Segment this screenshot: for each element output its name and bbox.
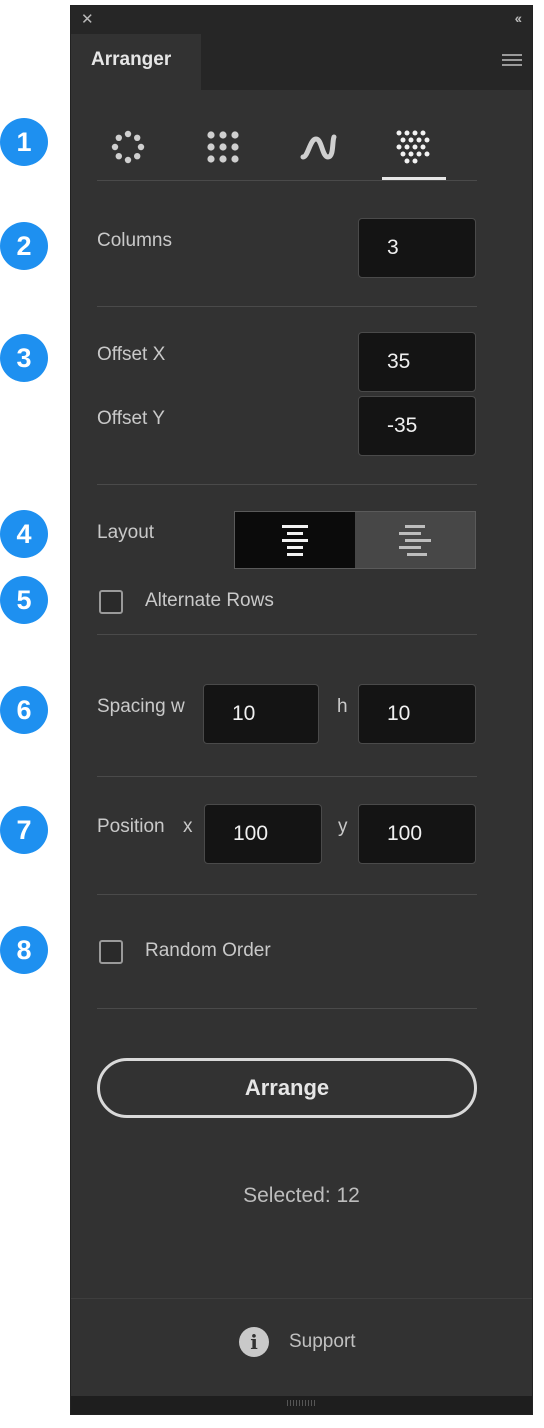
support-link[interactable]: i Support bbox=[239, 1326, 356, 1358]
callout-badge-4: 4 bbox=[0, 510, 48, 558]
divider bbox=[71, 1298, 532, 1299]
arrange-button[interactable]: Arrange bbox=[97, 1058, 477, 1118]
offset-grid-arrange-tab[interactable] bbox=[382, 116, 444, 178]
divider bbox=[97, 894, 477, 895]
selected-count: Selected: 12 bbox=[243, 1184, 360, 1207]
columns-input[interactable]: 3 bbox=[358, 218, 476, 278]
wave-arrange-tab[interactable] bbox=[287, 116, 349, 178]
offset-y-label: Offset Y bbox=[97, 408, 165, 429]
panel-tab-arranger[interactable]: Arranger bbox=[71, 34, 201, 90]
info-icon: i bbox=[239, 1327, 269, 1357]
position-x-label: x bbox=[183, 816, 193, 837]
alternate-rows-checkbox[interactable] bbox=[99, 590, 123, 614]
resize-grip-icon[interactable] bbox=[286, 1400, 317, 1406]
callout-badge-2: 2 bbox=[0, 222, 48, 270]
arranger-panel: ✕ ‹‹ Arranger Columns 3 Offset X 35 Offs… bbox=[70, 5, 533, 1415]
divider bbox=[97, 776, 477, 777]
alternate-rows-label: Alternate Rows bbox=[145, 590, 274, 611]
wave-arrange-icon bbox=[300, 134, 337, 160]
divider bbox=[97, 306, 477, 307]
layout-label: Layout bbox=[97, 522, 155, 543]
position-label: Position bbox=[97, 816, 165, 837]
position-x-input[interactable]: 100 bbox=[204, 804, 322, 864]
callout-badge-6: 6 bbox=[0, 686, 48, 734]
callout-badge-5: 5 bbox=[0, 576, 48, 624]
panel-bottom-bar bbox=[71, 1396, 532, 1414]
random-order-label: Random Order bbox=[145, 940, 271, 961]
layout-toggle bbox=[234, 511, 476, 569]
spacing-w-input[interactable]: 10 bbox=[203, 684, 319, 744]
collapse-icon[interactable]: ‹‹ bbox=[515, 10, 522, 26]
callout-badge-7: 7 bbox=[0, 806, 48, 854]
close-icon[interactable]: ✕ bbox=[81, 10, 94, 28]
divider bbox=[97, 180, 477, 181]
panel-tab-strip: Arranger bbox=[71, 34, 532, 90]
panel-menu-icon[interactable] bbox=[502, 54, 522, 68]
grid-arrange-tab[interactable] bbox=[192, 116, 254, 178]
callout-badge-3: 3 bbox=[0, 334, 48, 382]
position-y-input[interactable]: 100 bbox=[358, 804, 476, 864]
divider bbox=[97, 484, 477, 485]
offset-x-label: Offset X bbox=[97, 344, 166, 365]
random-order-checkbox[interactable] bbox=[99, 940, 123, 964]
align-center-icon bbox=[282, 525, 308, 556]
divider bbox=[97, 1008, 477, 1009]
spacing-h-label: h bbox=[337, 696, 348, 717]
callout-badge-1: 1 bbox=[0, 118, 48, 166]
position-y-label: y bbox=[338, 816, 348, 837]
columns-label: Columns bbox=[97, 230, 172, 251]
spacing-w-label: Spacing w bbox=[97, 696, 185, 717]
layout-option-center[interactable] bbox=[235, 512, 355, 568]
support-label: Support bbox=[289, 1331, 356, 1352]
offset-grid-arrange-icon bbox=[396, 130, 430, 164]
circle-arrange-icon bbox=[111, 130, 145, 164]
layout-option-stagger[interactable] bbox=[355, 512, 475, 568]
divider bbox=[97, 634, 477, 635]
spacing-h-input[interactable]: 10 bbox=[358, 684, 476, 744]
align-stagger-icon bbox=[399, 525, 431, 556]
callout-badge-8: 8 bbox=[0, 926, 48, 974]
circle-arrange-tab[interactable] bbox=[97, 116, 159, 178]
panel-title-bar: ✕ ‹‹ bbox=[71, 6, 532, 34]
offset-y-input[interactable]: -35 bbox=[358, 396, 476, 456]
arrange-mode-tabs bbox=[97, 116, 477, 180]
offset-x-input[interactable]: 35 bbox=[358, 332, 476, 392]
grid-arrange-icon bbox=[207, 131, 239, 163]
